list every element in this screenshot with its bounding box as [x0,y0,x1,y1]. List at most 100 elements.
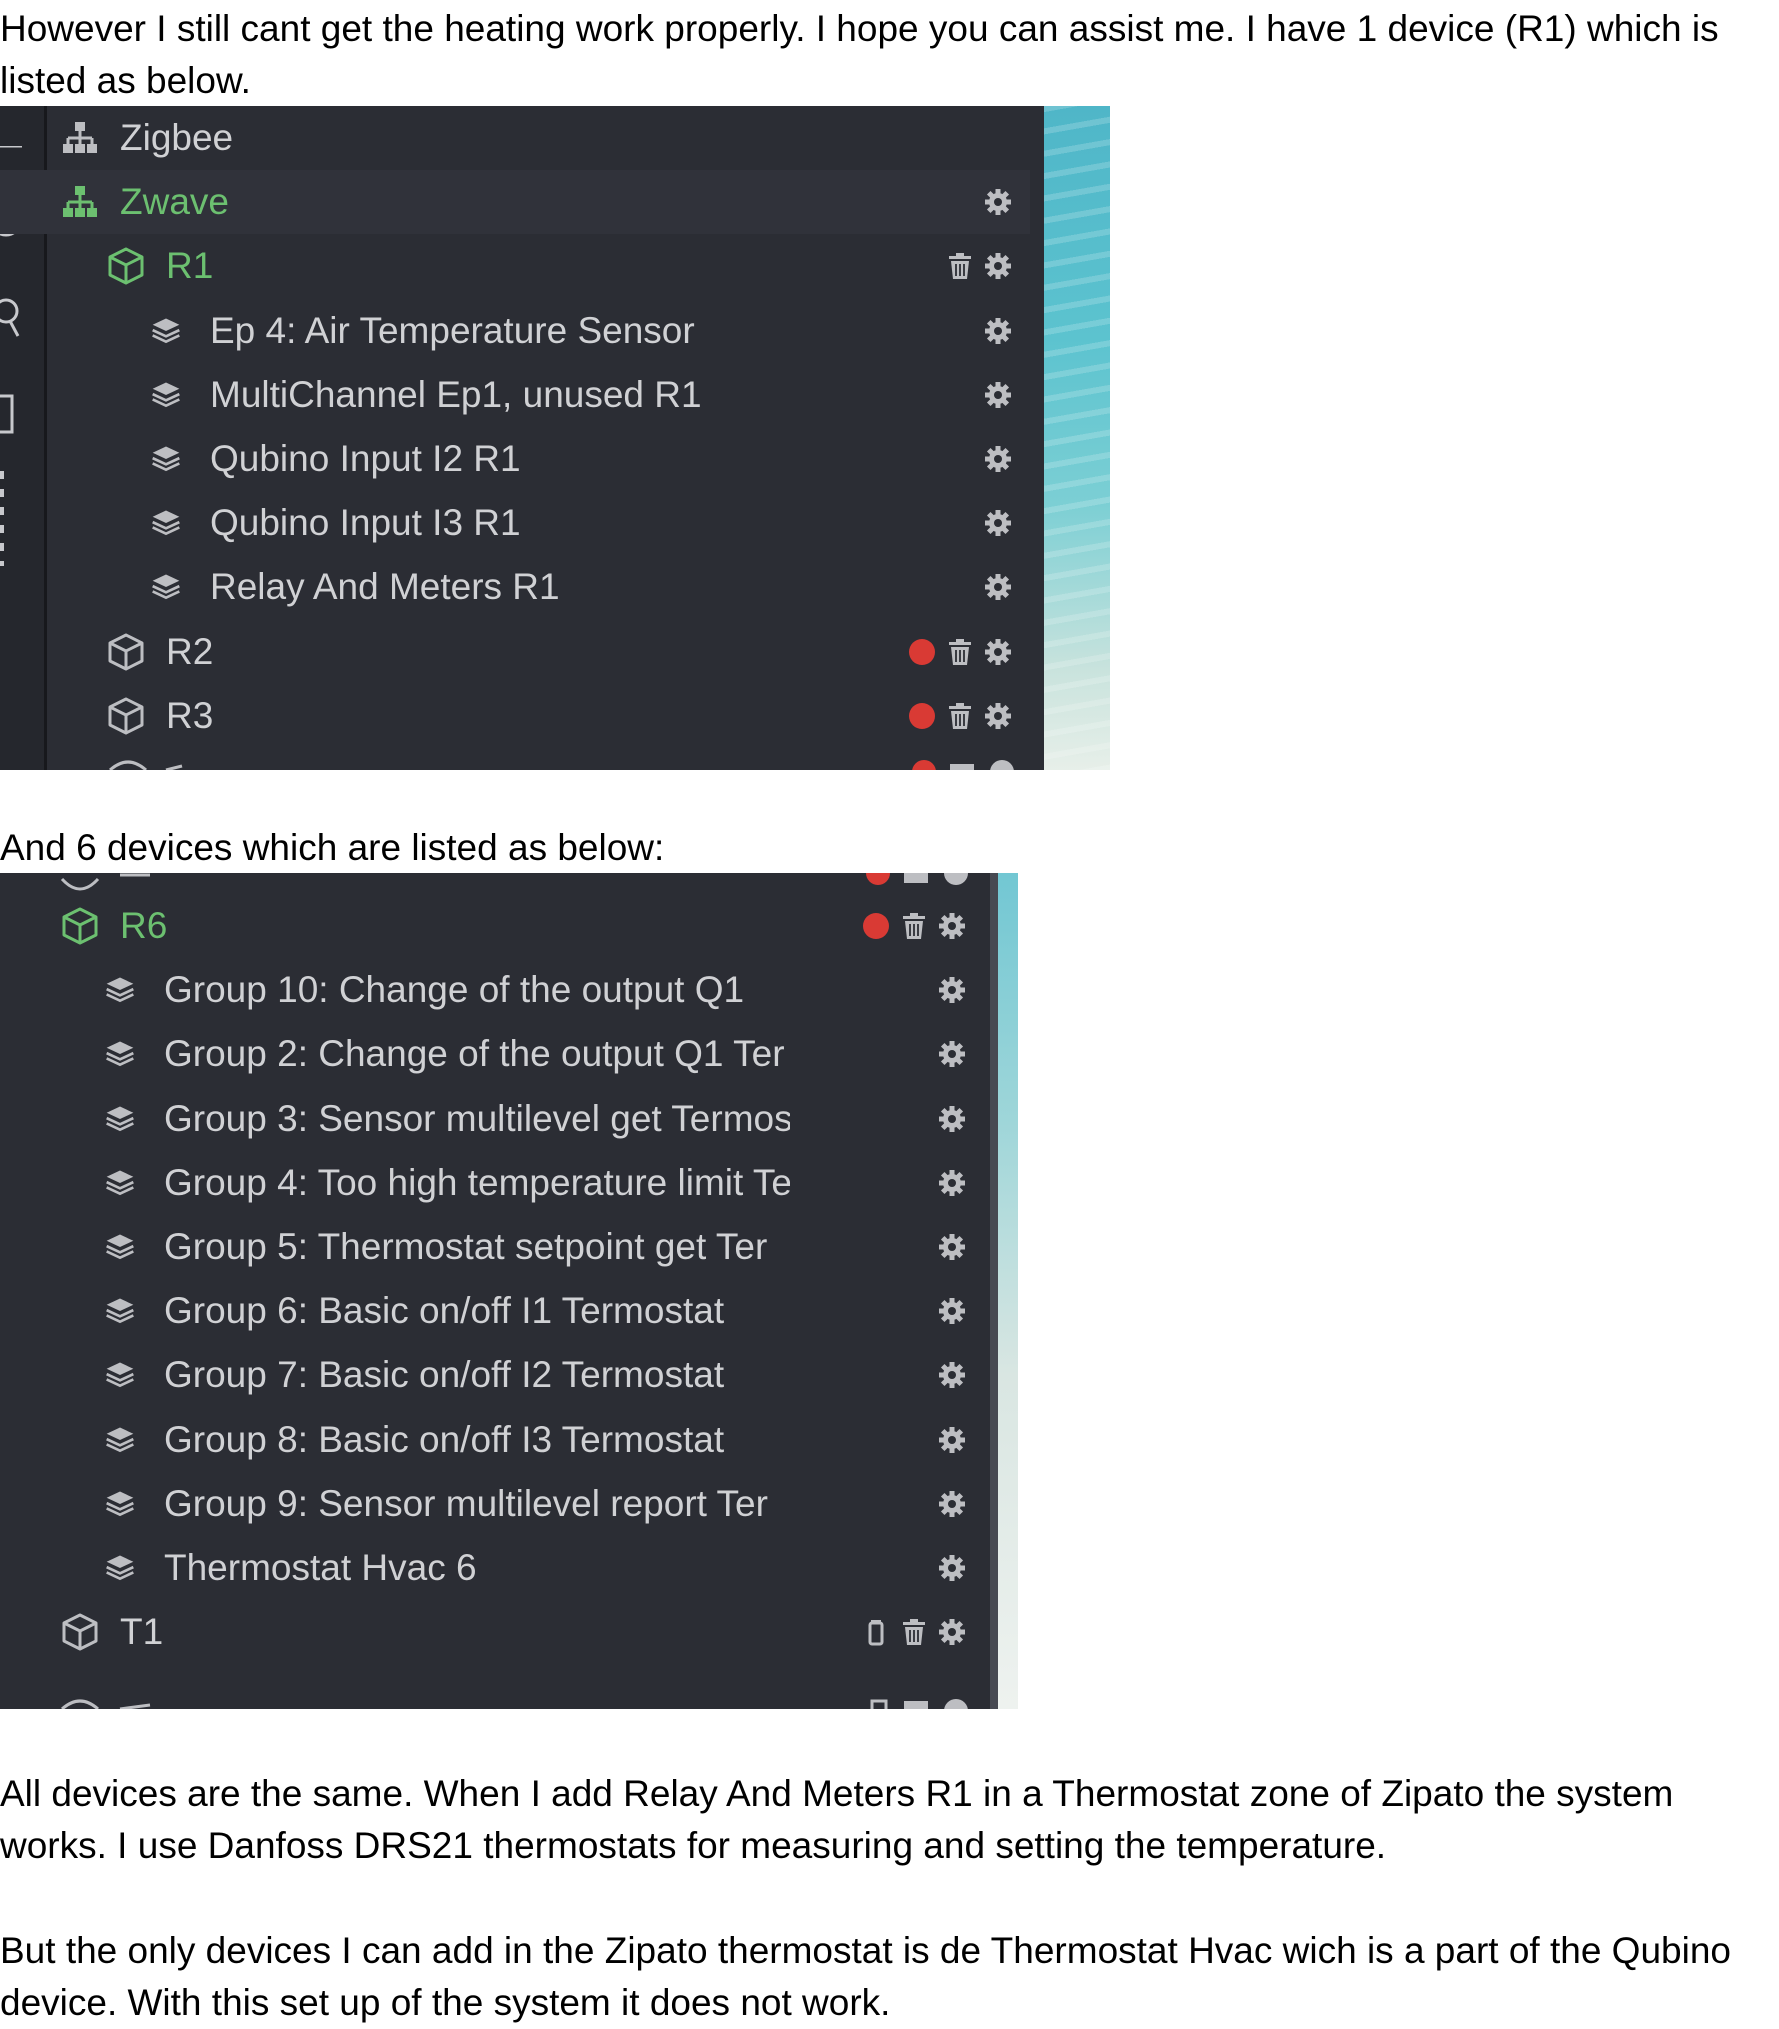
tree-row-r6[interactable]: R6 [0,894,990,958]
endpoint-layers-icon [150,443,186,479]
endpoint-layers-icon [104,1295,140,1331]
settings-gear-icon[interactable] [984,573,1012,601]
settings-gear-icon[interactable] [938,1233,966,1261]
endpoint-layers-icon [150,571,186,607]
battery-icon [862,1618,890,1646]
endpoint-layers-icon [150,315,186,351]
background-wallpaper [1044,106,1110,770]
tree-row-multichannel-ep1-unused-r1[interactable]: MultiChannel Ep1, unused R1 [0,363,1044,427]
settings-gear-icon[interactable] [984,188,1012,216]
tree-row-label: Group 4: Too high temperature limit Te [164,1161,790,1203]
tree-row-group-9-sensor-multilevel-report-ter[interactable]: Group 9: Sensor multilevel report Ter [0,1472,990,1536]
settings-gear-icon[interactable] [938,1361,966,1389]
tree-row-group-8-basic-on-off-i3-termostat[interactable]: Group 8: Basic on/off I3 Termostat [0,1408,990,1472]
delete-trash-icon[interactable] [946,702,974,730]
tree-row-r3[interactable]: R3 [0,684,1044,748]
scrollbar-track[interactable] [990,873,998,1709]
tree-row-label: Group 5: Thermostat setpoint get Ter [164,1226,768,1267]
tree-row-ep-4-air-temperature-sensor[interactable]: Ep 4: Air Temperature Sensor [0,299,1044,363]
tree-row-label: R3 [166,694,214,736]
tree-row-label: Group 7: Basic on/off I2 Termostat [164,1354,725,1396]
tree-row-label: Zwave [120,181,229,223]
tree-row-label: Thermostat Hvac 6 [164,1547,477,1588]
zipato-device-tree-panel-r1: Zigbee Zwave R1 Ep 4: Air Temperature Senso… [0,106,1110,770]
tree-row-r2[interactable]: R2 [0,620,1044,684]
delete-trash-icon[interactable] [946,638,974,666]
endpoint-layers-icon [150,379,186,415]
endpoint-layers-icon [104,1167,140,1203]
settings-gear-icon[interactable] [984,317,1012,345]
tree-row-relay-and-meters-r1[interactable]: Relay And Meters R1 [0,555,1044,619]
tree-row-label: Group 3: Sensor multilevel get Termos [164,1097,790,1139]
tree-row-label: Group 10: Change of the output Q1 [164,969,745,1011]
device-cube-icon [60,1612,98,1651]
tree-row-label: R6 [120,905,168,946]
endpoint-layers-icon [104,1424,140,1460]
tree-row-qubino-input-i3-r1[interactable]: Qubino Input I3 R1 [0,491,1044,555]
tree-row-label: Group 8: Basic on/off I3 Termostat [164,1418,725,1460]
tree-row-label: Relay And Meters R1 [210,566,560,608]
settings-gear-icon[interactable] [984,509,1012,537]
tree-row-label: R1 [166,245,214,287]
tree-row-group-7-basic-on-off-i2-termostat[interactable]: Group 7: Basic on/off I2 Termostat [0,1343,990,1407]
background-wallpaper [998,873,1018,1709]
offline-status-dot-icon [908,638,936,666]
settings-gear-icon[interactable] [938,1040,966,1068]
device-cube-icon [106,696,144,735]
device-cube-icon [60,906,98,945]
paragraph-4: But the only devices I can add in the Zi… [0,1930,1742,2023]
tree-row-label: MultiChannel Ep1, unused R1 [210,373,702,415]
settings-gear-icon[interactable] [984,702,1012,730]
endpoint-layers-icon [104,1038,140,1074]
endpoint-layers-icon [104,1359,140,1395]
tree-row-group-3-sensor-multilevel-get-termos[interactable]: Group 3: Sensor multilevel get Termos [0,1087,990,1151]
tree-row-label: Group 2: Change of the output Q1 Ter [164,1033,785,1075]
settings-gear-icon[interactable] [938,1554,966,1582]
tree-row-label: R2 [166,630,214,672]
tree-row-group-6-basic-on-off-i1-termostat[interactable]: Group 6: Basic on/off I1 Termostat [0,1279,990,1343]
six-devices-paragraph: And 6 devices which are listed as below: [0,827,665,868]
device-cube-icon [106,632,144,671]
tree-row-zigbee[interactable]: Zigbee [0,106,1044,170]
tree-row-qubino-input-i2-r1[interactable]: Qubino Input I2 R1 [0,427,1044,491]
delete-trash-icon[interactable] [946,252,974,280]
settings-gear-icon[interactable] [938,1490,966,1518]
partial-next-row [109,760,1014,770]
tree-row-label: Group 9: Sensor multilevel report Ter [164,1482,768,1524]
settings-gear-icon[interactable] [938,976,966,1004]
tree-row-group-4-too-high-temperature-limit-te[interactable]: Group 4: Too high temperature limit Te [0,1151,990,1215]
tree-row-thermostat-hvac-6[interactable]: Thermostat Hvac 6 [0,1536,990,1600]
tree-row-label: Qubino Input I3 R1 [210,502,521,544]
tree-row-t1[interactable]: T1 [0,1600,990,1664]
settings-gear-icon[interactable] [984,381,1012,409]
partial-prev-row [60,873,968,891]
panel-edge [1030,106,1044,770]
delete-trash-icon[interactable] [900,912,928,940]
settings-gear-icon[interactable] [984,638,1012,666]
tree-row-r1[interactable]: R1 [0,234,1044,298]
settings-gear-icon[interactable] [938,1169,966,1197]
tree-row-group-5-thermostat-setpoint-get-ter[interactable]: Group 5: Thermostat setpoint get Ter [0,1215,990,1279]
settings-gear-icon[interactable] [984,445,1012,473]
paragraph-3: All devices are the same. When I add Rel… [0,1773,1684,1866]
network-tree-icon [62,120,98,156]
endpoint-layers-icon [104,974,140,1010]
settings-gear-icon[interactable] [938,912,966,940]
settings-gear-icon[interactable] [938,1426,966,1454]
tree-row-label: Group 6: Basic on/off I1 Termostat [164,1290,725,1332]
tree-row-zwave[interactable]: Zwave [0,170,1044,235]
settings-gear-icon[interactable] [984,252,1012,280]
offline-status-dot-icon [862,912,890,940]
settings-gear-icon[interactable] [938,1297,966,1325]
endpoint-layers-icon [104,1231,140,1267]
tree-row-group-2-change-of-the-output-q1-ter[interactable]: Group 2: Change of the output Q1 Ter [0,1022,990,1086]
delete-trash-icon[interactable] [900,1618,928,1646]
intro-paragraph: However I still cant get the heating wor… [0,8,1729,101]
settings-gear-icon[interactable] [938,1105,966,1133]
endpoint-layers-icon [104,1552,140,1588]
zipato-device-tree-panel-r6: R6 Group 10: Change of the output Q1 Group… [0,873,1018,1709]
network-tree-icon [62,184,98,220]
tree-row-group-10-change-of-the-output-q1[interactable]: Group 10: Change of the output Q1 [0,958,990,1022]
tree-row-label: Zigbee [120,117,234,158]
settings-gear-icon[interactable] [938,1618,966,1646]
